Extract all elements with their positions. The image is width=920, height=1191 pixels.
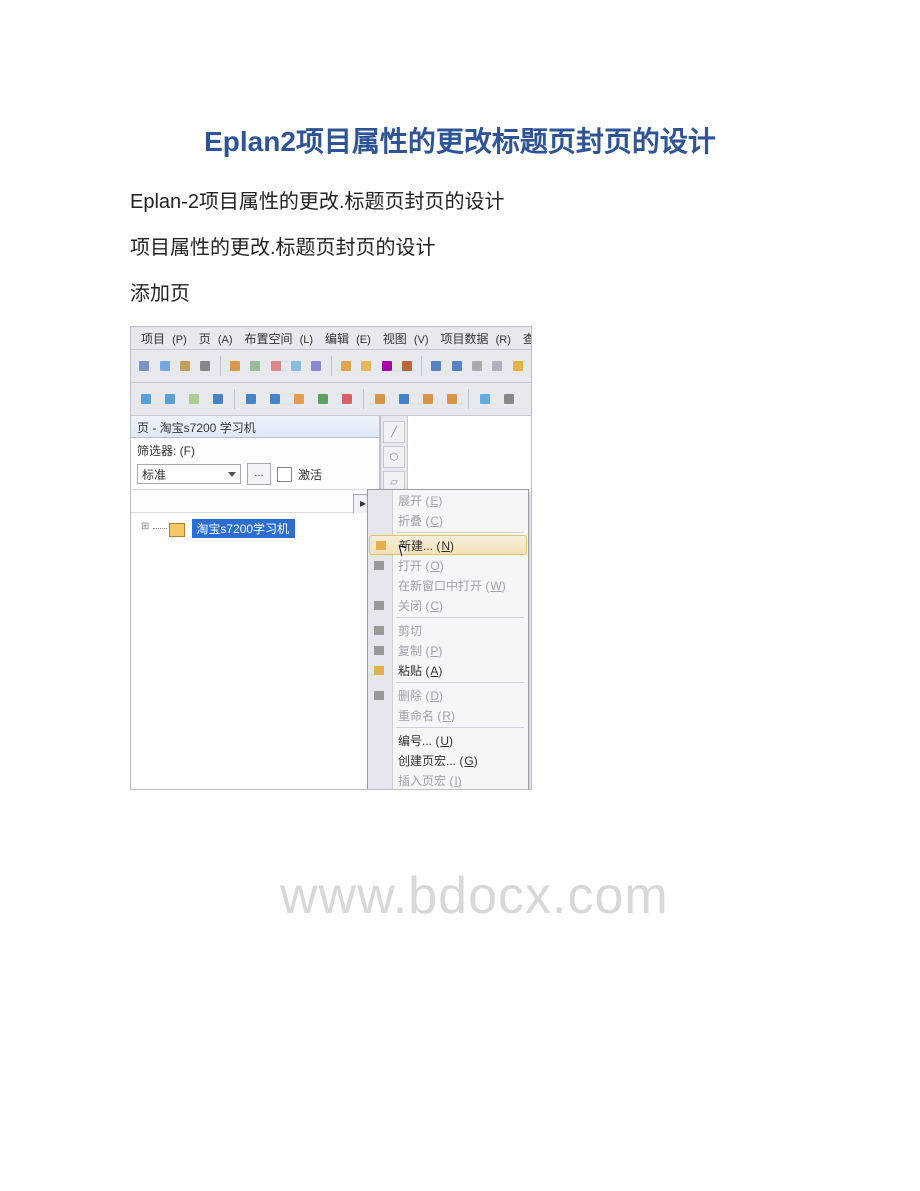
- tree: ⊞ 淘宝s7200学习机: [131, 513, 379, 789]
- menu-布置空间[interactable]: 布置空间 (L): [241, 330, 322, 347]
- toolbar-button[interactable]: [509, 355, 527, 377]
- menu-item-label: 新建... (N): [399, 537, 454, 554]
- toolbar-button[interactable]: [307, 355, 325, 377]
- close-icon: [371, 597, 387, 613]
- open-icon: [371, 557, 387, 573]
- delete-icon: [371, 687, 387, 703]
- menu-item-剪切: 剪切: [368, 620, 528, 640]
- toolbar-button[interactable]: [226, 355, 244, 377]
- toolbar-button[interactable]: [135, 388, 157, 410]
- toolbar-button[interactable]: [393, 388, 415, 410]
- body-line: 项目属性的更改.标题页封页的设计: [130, 234, 790, 262]
- menu-item-label: 重命名 (R): [398, 707, 455, 724]
- menu-item-label: 折叠 (C): [398, 512, 443, 529]
- menu-item-新建...[interactable]: 新建... (N): [369, 535, 527, 555]
- menu-item-label: 插入页宏 (I): [398, 772, 462, 789]
- menu-item-label: 编号... (U): [398, 732, 453, 749]
- context-menu[interactable]: 展开 (E) 折叠 (C) 新建... (N) 打开 (O) 在新窗口中打开 (W) 关闭…: [367, 489, 529, 790]
- menu-item-折叠: 折叠 (C): [368, 510, 528, 530]
- toolbar-button[interactable]: [417, 388, 439, 410]
- tool-icon[interactable]: ╱: [383, 421, 405, 443]
- menu-item-label: 在新窗口中打开 (W): [398, 577, 506, 594]
- menu-item-创建页宏...[interactable]: 创建页宏... (G): [368, 750, 528, 770]
- paste-icon: [371, 662, 387, 678]
- menu-item-展开: 展开 (E): [368, 490, 528, 510]
- cut-icon: [371, 622, 387, 638]
- activate-label: 激活: [298, 466, 322, 483]
- body-line: 添加页: [130, 280, 790, 308]
- tree-item-project[interactable]: 淘宝s7200学习机: [192, 519, 295, 538]
- toolbar-button[interactable]: [377, 355, 395, 377]
- filter-combo-value: 标准: [142, 466, 166, 483]
- menu-item-label: 关闭 (C): [398, 597, 443, 614]
- menu-页[interactable]: 页 (A): [195, 330, 241, 347]
- menu-查找[interactable]: 查找 (F): [519, 330, 532, 347]
- tool-icon[interactable]: ⬡: [383, 446, 405, 468]
- menu-item-插入页宏: 插入页宏 (I): [368, 770, 528, 790]
- app-window: 项目 (P)页 (A)布置空间 (L)编辑 (E)视图 (V)项目数据 (R)查…: [130, 326, 532, 790]
- filter-label: 筛选器: (F): [131, 438, 379, 461]
- pages-panel: 页 - 淘宝s7200 学习机 筛选器: (F) 标准 ... 激活 ▸: [131, 416, 380, 789]
- toolbar-button[interactable]: [183, 388, 205, 410]
- chevron-down-icon: [228, 472, 236, 477]
- menu-item-编号...[interactable]: 编号... (U): [368, 730, 528, 750]
- toolbar-button[interactable]: [441, 388, 463, 410]
- copy-icon: [371, 642, 387, 658]
- toolbar-button[interactable]: [246, 355, 264, 377]
- filter-browse-button[interactable]: ...: [247, 463, 271, 485]
- toolbar-2: [131, 383, 531, 416]
- toolbar-button[interactable]: [498, 388, 520, 410]
- menu-item-复制: 复制 (P): [368, 640, 528, 660]
- body-line: Eplan-2项目属性的更改.标题页封页的设计: [130, 188, 790, 216]
- toolbar-button[interactable]: [468, 355, 486, 377]
- menu-item-粘贴[interactable]: 粘贴 (A): [368, 660, 528, 680]
- toolbar-button[interactable]: [264, 388, 286, 410]
- toolbar-button[interactable]: [240, 388, 262, 410]
- toolbar-1: [131, 350, 531, 383]
- panel-title: 页 - 淘宝s7200 学习机: [131, 416, 379, 438]
- menubar: 项目 (P)页 (A)布置空间 (L)编辑 (E)视图 (V)项目数据 (R)查…: [131, 327, 531, 350]
- watermark: www.bdocx.com: [280, 866, 669, 926]
- page-title: Eplan2项目属性的更改标题页封页的设计: [130, 120, 790, 160]
- toolbar-button[interactable]: [288, 388, 310, 410]
- menu-项目数据[interactable]: 项目数据 (R): [437, 330, 519, 347]
- menu-item-关闭: 关闭 (C): [368, 595, 528, 615]
- toolbar-button[interactable]: [176, 355, 194, 377]
- toolbar-button[interactable]: [312, 388, 334, 410]
- toolbar-button[interactable]: [357, 355, 375, 377]
- toolbar-button[interactable]: [135, 355, 153, 377]
- menu-item-打开: 打开 (O): [368, 555, 528, 575]
- toolbar-button[interactable]: [207, 388, 229, 410]
- menu-item-重命名: 重命名 (R): [368, 705, 528, 725]
- toolbar-button[interactable]: [159, 388, 181, 410]
- toolbar-button[interactable]: [398, 355, 416, 377]
- toolbar-button[interactable]: [155, 355, 173, 377]
- toolbar-button[interactable]: [447, 355, 465, 377]
- toolbar-button[interactable]: [266, 355, 284, 377]
- toolbar-button[interactable]: [474, 388, 496, 410]
- toolbar-button[interactable]: [336, 355, 354, 377]
- toolbar-button[interactable]: [427, 355, 445, 377]
- menu-item-label: 粘贴 (A): [398, 662, 442, 679]
- menu-item-在新窗口中打开: 在新窗口中打开 (W): [368, 575, 528, 595]
- toolbar-button[interactable]: [369, 388, 391, 410]
- menu-item-label: 创建页宏... (G): [398, 752, 478, 769]
- filter-combo[interactable]: 标准: [137, 464, 241, 484]
- activate-checkbox[interactable]: [277, 467, 292, 482]
- menu-项目[interactable]: 项目 (P): [137, 330, 195, 347]
- menu-视图[interactable]: 视图 (V): [379, 330, 437, 347]
- folder-icon: [169, 523, 185, 537]
- menu-item-label: 展开 (E): [398, 492, 442, 509]
- toolbar-button[interactable]: [287, 355, 305, 377]
- toolbar-button[interactable]: [196, 355, 214, 377]
- menu-item-删除: 删除 (D): [368, 685, 528, 705]
- menu-item-label: 复制 (P): [398, 642, 442, 659]
- new-icon: [373, 537, 389, 553]
- menu-编辑[interactable]: 编辑 (E): [321, 330, 379, 347]
- menu-item-label: 剪切: [398, 622, 422, 639]
- menu-item-label: 删除 (D): [398, 687, 443, 704]
- menu-item-label: 打开 (O): [398, 557, 444, 574]
- toolbar-button[interactable]: [488, 355, 506, 377]
- toolbar-button[interactable]: [336, 388, 358, 410]
